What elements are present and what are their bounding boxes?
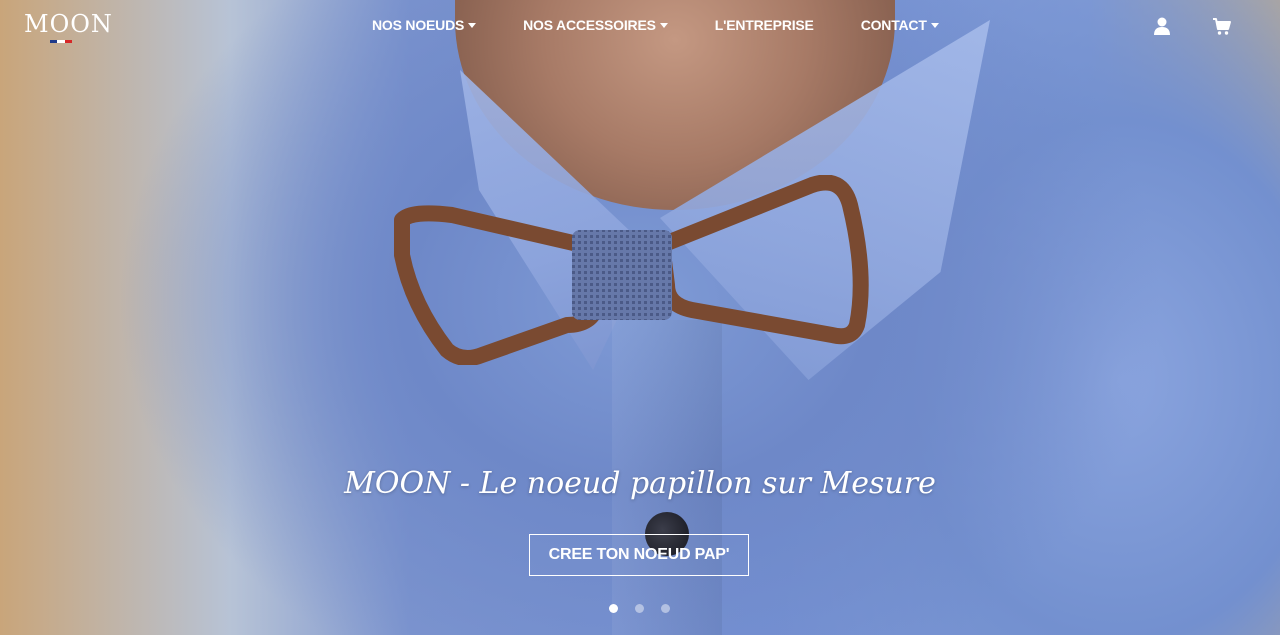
create-bowtie-button[interactable]: CREE TON NOEUD PAP' <box>529 534 749 576</box>
hero-tagline: MOON - Le noeud papillon sur Mesure <box>344 466 936 501</box>
slider-pagination <box>609 604 670 613</box>
nav-item-entreprise[interactable]: L'ENTREPRISE <box>715 17 814 33</box>
slide-dot-1[interactable] <box>609 604 618 613</box>
nav-item-label: L'ENTREPRISE <box>714 17 814 33</box>
user-icon[interactable] <box>1152 16 1172 36</box>
nav-item-nos-noeuds[interactable]: NOS NOEUDS <box>372 17 477 33</box>
nav-icons <box>1152 16 1232 36</box>
nav-item-label: CONTACT <box>860 17 927 33</box>
hero-slider: MOON NOS NOEUDS NOS ACCESSOIRES L'ENTREP… <box>0 0 1280 635</box>
flag-blue <box>50 40 58 43</box>
main-menu: NOS NOEUDS NOS ACCESSOIRES L'ENTREPRISE … <box>372 17 939 33</box>
nav-item-nos-accessoires[interactable]: NOS ACCESSOIRES <box>523 17 668 33</box>
nav-item-contact[interactable]: CONTACT <box>861 17 939 33</box>
caret-down-icon <box>468 22 477 28</box>
slide-dot-2[interactable] <box>635 604 644 613</box>
caret-down-icon <box>659 22 668 28</box>
slide-dot-3[interactable] <box>661 604 670 613</box>
cart-icon[interactable] <box>1212 16 1232 36</box>
flag-white <box>57 40 65 43</box>
caret-down-icon <box>930 22 939 28</box>
top-navbar: MOON NOS NOEUDS NOS ACCESSOIRES L'ENTREP… <box>0 0 1280 52</box>
wooden-bowtie-image <box>394 175 869 365</box>
nav-item-label: NOS NOEUDS <box>372 17 465 33</box>
flag-red <box>64 40 72 43</box>
nav-item-label: NOS ACCESSOIRES <box>523 17 656 33</box>
moon-logo[interactable]: MOON <box>24 10 113 38</box>
french-flag-stripe <box>50 40 72 43</box>
